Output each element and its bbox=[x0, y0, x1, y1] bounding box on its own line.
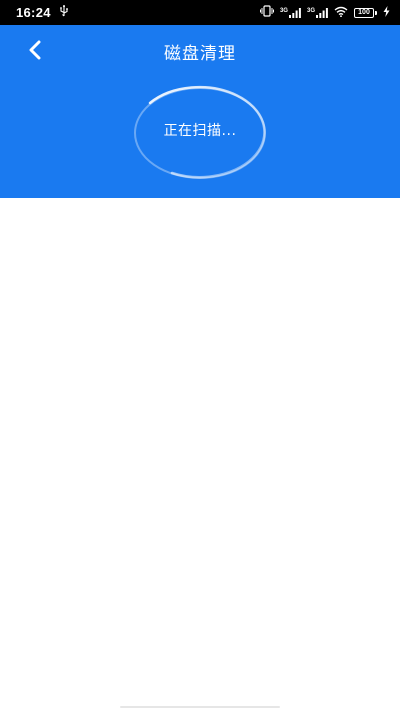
charging-icon bbox=[383, 4, 390, 22]
network-type-label: 3G bbox=[306, 7, 315, 14]
signal-3g-1: 3G bbox=[279, 7, 301, 18]
status-left: 16:24 bbox=[16, 4, 69, 22]
status-time: 16:24 bbox=[16, 5, 51, 20]
page-title: 磁盘清理 bbox=[164, 44, 236, 64]
network-type-label: 3G bbox=[279, 7, 288, 14]
signal-bars-icon bbox=[316, 7, 328, 18]
signal-bars-icon bbox=[288, 7, 301, 18]
signal-3g-2: 3G bbox=[306, 7, 328, 18]
home-indicator bbox=[120, 706, 280, 708]
header: 磁盘清理 正在扫描... bbox=[0, 25, 400, 198]
status-right: 3G 3G 100 bbox=[259, 4, 390, 22]
battery-level: 100 bbox=[354, 7, 374, 18]
usb-icon bbox=[59, 4, 69, 22]
status-bar: 16:24 3G 3G 100 bbox=[0, 0, 400, 25]
wifi-icon bbox=[334, 4, 348, 22]
battery-tip bbox=[375, 10, 377, 15]
vibrate-icon bbox=[259, 4, 274, 22]
screen: 16:24 3G 3G 100 磁盘清理 正在扫描... bbox=[0, 0, 400, 711]
battery-indicator: 100 bbox=[354, 7, 377, 18]
scan-status-text: 正在扫描... bbox=[163, 123, 237, 139]
